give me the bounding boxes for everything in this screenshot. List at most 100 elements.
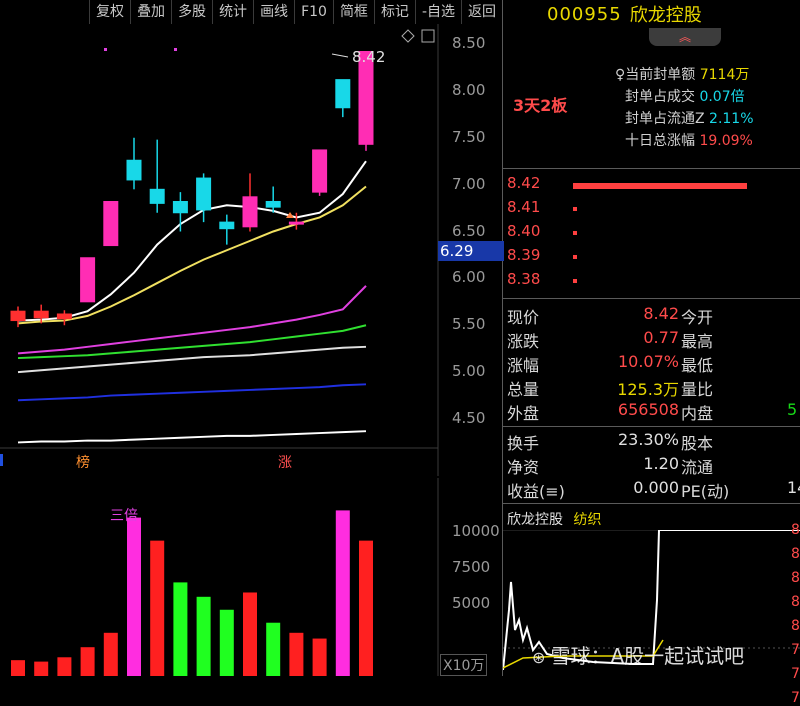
- ma10-line: [17, 185, 367, 325]
- candle-body: [242, 196, 258, 228]
- kline-chart[interactable]: 8.42 榜 涨 8.50 8.00 7.50 7.00 6.50 6.00 5.50 5.00 4…: [0, 24, 504, 476]
- candle: [103, 201, 119, 247]
- toolbar-button-8[interactable]: -自选: [414, 0, 461, 24]
- quote-label: 涨跌: [507, 332, 540, 351]
- kline-svg: 8.42 榜 涨: [0, 24, 439, 476]
- quote-value: 10.07%: [617, 352, 679, 371]
- volume-bar: [266, 622, 281, 676]
- quote-panel: 000955 欣龙控股 ︽ 3天2板 ♀当前封单额 7114万 封单占成交 0.0…: [503, 0, 800, 706]
- divider: [503, 298, 800, 299]
- y-tick-label: 6.50: [452, 221, 486, 240]
- order-row: 8.39: [507, 246, 541, 264]
- fundamental-label: PE(动): [681, 482, 730, 501]
- y-tick-label: 5.00: [452, 362, 486, 381]
- seal-row: ♀当前封单额 7114万: [615, 64, 749, 84]
- quote-value: 5: [787, 400, 798, 419]
- volume-bar: [57, 657, 72, 676]
- quote-row: 外盘 656508 内盘 5: [507, 400, 797, 424]
- candle: [312, 149, 328, 196]
- volume-bar: [289, 632, 304, 676]
- marker-dot: [104, 48, 107, 51]
- candle-body: [265, 201, 281, 208]
- quote-label: 现价: [507, 308, 540, 327]
- y-tick-label: 8.50: [452, 34, 486, 52]
- quote-value: 125.3万: [617, 380, 679, 399]
- candle: [10, 306, 26, 328]
- seal-label: 十日总涨幅: [625, 133, 700, 149]
- chart-toolbar: 复权 叠加 多股 统计 画线 F10 简框 标记 -自选 返回: [0, 0, 502, 24]
- fundamental-label: 股本: [681, 434, 714, 453]
- seal-value: 0.07倍: [699, 89, 745, 105]
- volume-bar: [34, 661, 49, 676]
- fundamental-row: 净资 1.20 流通: [507, 454, 797, 478]
- current-price-tag: 6.29: [438, 241, 504, 262]
- toolbar-button-7[interactable]: 标记: [373, 0, 415, 24]
- toolbar-button-4[interactable]: 画线: [253, 0, 294, 24]
- candle-body: [312, 149, 328, 193]
- high-pointer: [331, 53, 349, 58]
- candle: [126, 137, 142, 190]
- mini-chart-title: 欣龙控股 纺织: [507, 509, 601, 529]
- toolbar-button-1[interactable]: 叠加: [130, 0, 171, 24]
- quote-label: 内盘: [681, 404, 714, 423]
- diamond-icon: [401, 29, 415, 43]
- volume-bar: [173, 582, 188, 676]
- seal-label: 封单占成交: [625, 89, 700, 105]
- order-row: 8.42: [507, 174, 541, 192]
- candle: [56, 310, 72, 326]
- stock-header: 000955 欣龙控股: [503, 0, 800, 28]
- volume-bar: [312, 638, 327, 676]
- candle-body: [219, 221, 235, 230]
- fundamental-label: 净资: [507, 458, 540, 477]
- mini-y-tick: 7: [791, 690, 800, 706]
- seal-row: 封单占成交 0.07倍: [625, 86, 745, 106]
- divider: [503, 503, 800, 504]
- collapse-button[interactable]: ︽: [649, 28, 721, 46]
- quote-label: 最高: [681, 332, 714, 351]
- order-volume-bar: [573, 231, 577, 235]
- volume-unit-label: X10万: [440, 654, 488, 676]
- watermark: ⊛ 雪球：A股一起试试吧: [532, 644, 745, 668]
- fundamental-value: 1.20: [643, 454, 679, 473]
- seal-row: 封单占流通Z 2.11%: [625, 108, 754, 128]
- toolbar-button-5[interactable]: F10: [294, 0, 333, 24]
- mini-sector[interactable]: 纺织: [573, 512, 601, 528]
- quote-label: 最低: [681, 356, 714, 375]
- volume-bar: [11, 660, 25, 676]
- candle: [219, 214, 235, 245]
- volume-bar: [359, 540, 373, 676]
- volume-bar: [103, 632, 118, 676]
- toolbar-button-2[interactable]: 多股: [171, 0, 212, 24]
- fundamental-label: 收益(≡): [507, 482, 565, 501]
- candle: [149, 139, 165, 213]
- seal-value: 2.11%: [709, 111, 754, 127]
- volume-tick-label: 5000: [452, 594, 491, 612]
- order-volume-bar: [573, 183, 747, 189]
- candle-body: [80, 257, 96, 303]
- candle-body: [56, 313, 72, 320]
- toolbar-button-0[interactable]: 复权: [89, 0, 130, 24]
- order-row: 8.41: [507, 198, 541, 216]
- candle-body: [288, 221, 304, 225]
- candle-body: [10, 310, 26, 322]
- volume-chart[interactable]: 三倍 10000 7500 5000 X10万: [0, 478, 502, 676]
- divider: [503, 426, 800, 427]
- high-price-label: 8.42: [352, 48, 385, 66]
- fundamental-label: 换手: [507, 434, 540, 453]
- volume-tick-label: 7500: [452, 558, 491, 576]
- candle-body: [196, 177, 212, 211]
- toolbar-button-3[interactable]: 统计: [212, 0, 253, 24]
- toolbar-button-6[interactable]: 简框: [332, 0, 374, 24]
- quote-label: 涨幅: [507, 356, 540, 375]
- y-tick-label: 4.50: [452, 409, 486, 427]
- marker-bar: [0, 454, 3, 466]
- candle-body: [33, 310, 49, 319]
- mini-y-tick: 8: [791, 594, 800, 610]
- candle-body: [149, 188, 165, 204]
- quote-row: 现价 8.42 今开: [507, 304, 797, 328]
- marker-dot: [174, 48, 177, 51]
- volume-bar: [335, 510, 350, 676]
- seal-label: ♀当前封单额: [615, 67, 700, 83]
- toolbar-button-9[interactable]: 返回: [461, 0, 502, 24]
- quote-value: 0.77: [643, 328, 679, 347]
